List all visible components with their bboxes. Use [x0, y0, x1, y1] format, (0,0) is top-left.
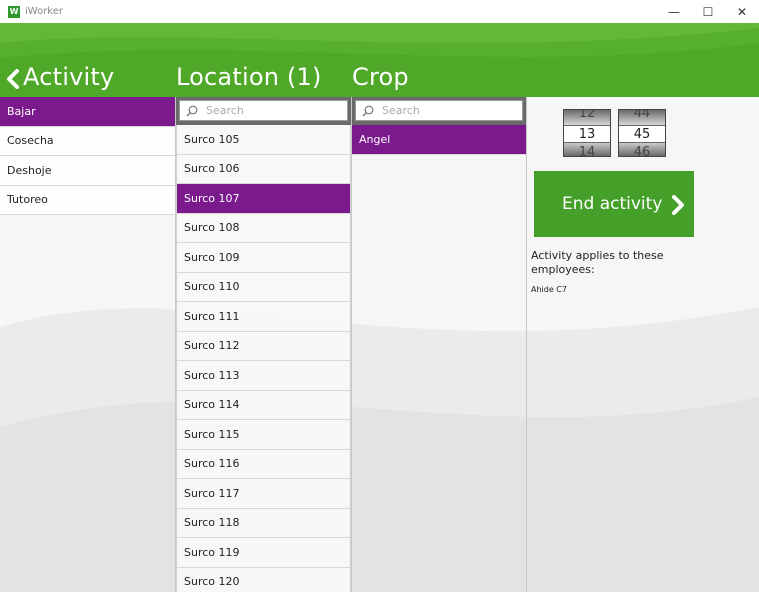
main-content: Bajar Cosecha Deshoje Tutoreo Surco 105 … — [0, 97, 759, 592]
location-item[interactable]: Surco 119 — [176, 538, 351, 568]
crop-search-input[interactable] — [382, 104, 512, 117]
header-bar: Activity Location (1) Crop — [0, 23, 759, 98]
location-search-bar — [176, 97, 351, 125]
location-item[interactable]: Surco 114 — [176, 390, 351, 420]
location-item[interactable]: Surco 106 — [176, 154, 351, 184]
location-item[interactable]: Surco 108 — [176, 213, 351, 243]
applies-to-label: Activity applies to these employees: — [531, 249, 664, 276]
location-item-selected[interactable]: Surco 107 — [176, 184, 351, 214]
minimize-button[interactable]: — — [657, 0, 691, 23]
chevron-right-icon — [672, 195, 684, 215]
location-item[interactable]: Surco 112 — [176, 331, 351, 361]
hour-next: 14 — [578, 145, 596, 157]
activity-item-deshoje[interactable]: Deshoje — [0, 156, 175, 186]
location-search-box[interactable] — [179, 100, 348, 121]
search-icon — [186, 105, 198, 116]
tab-crop[interactable]: Crop — [352, 63, 409, 91]
employee-name: Ahide C7 — [531, 285, 567, 294]
activity-item-tutoreo[interactable]: Tutoreo — [0, 185, 175, 215]
location-item[interactable]: Surco 111 — [176, 302, 351, 332]
crop-search-box[interactable] — [355, 100, 523, 121]
maximize-button[interactable]: ☐ — [691, 0, 725, 23]
crop-column: Angel — [352, 97, 527, 592]
location-item[interactable]: Surco 115 — [176, 420, 351, 450]
crop-search-bar — [352, 97, 526, 125]
hour-prev: 12 — [578, 109, 596, 121]
location-item[interactable]: Surco 116 — [176, 449, 351, 479]
location-search-input[interactable] — [206, 104, 336, 117]
tab-activity[interactable]: Activity — [23, 63, 114, 91]
location-item[interactable]: Surco 118 — [176, 508, 351, 538]
activity-item-bajar[interactable]: Bajar — [0, 97, 175, 127]
location-item[interactable]: Surco 120 — [176, 567, 351, 592]
back-chevron-icon[interactable] — [4, 69, 22, 89]
window-title: iWorker — [25, 6, 64, 17]
location-item[interactable]: Surco 110 — [176, 272, 351, 302]
activity-column: Bajar Cosecha Deshoje Tutoreo — [0, 97, 176, 592]
location-column: Surco 105 Surco 106 Surco 107 Surco 108 … — [176, 97, 352, 592]
crop-item-angel[interactable]: Angel — [352, 125, 526, 155]
search-icon — [362, 105, 374, 116]
window-controls: — ☐ ✕ — [657, 0, 759, 23]
activity-item-cosecha[interactable]: Cosecha — [0, 126, 175, 156]
hour-current: 13 — [564, 125, 610, 143]
location-item[interactable]: Surco 113 — [176, 361, 351, 391]
end-activity-label: End activity — [562, 194, 663, 214]
location-item[interactable]: Surco 105 — [176, 125, 351, 155]
minute-next: 46 — [633, 145, 651, 157]
location-item[interactable]: Surco 117 — [176, 479, 351, 509]
title-bar: W iWorker — ☐ ✕ — [0, 0, 759, 23]
hour-picker[interactable]: 12 13 14 — [563, 109, 611, 157]
minute-picker[interactable]: 44 45 46 — [618, 109, 666, 157]
end-activity-button[interactable]: End activity — [534, 171, 694, 237]
minute-prev: 44 — [633, 109, 651, 121]
minute-current: 45 — [619, 125, 665, 143]
close-button[interactable]: ✕ — [725, 0, 759, 23]
tab-location[interactable]: Location (1) — [176, 63, 322, 91]
location-item[interactable]: Surco 109 — [176, 243, 351, 273]
app-icon: W — [8, 5, 20, 18]
action-panel: 12 13 14 44 45 46 End activity Activity … — [527, 97, 759, 592]
